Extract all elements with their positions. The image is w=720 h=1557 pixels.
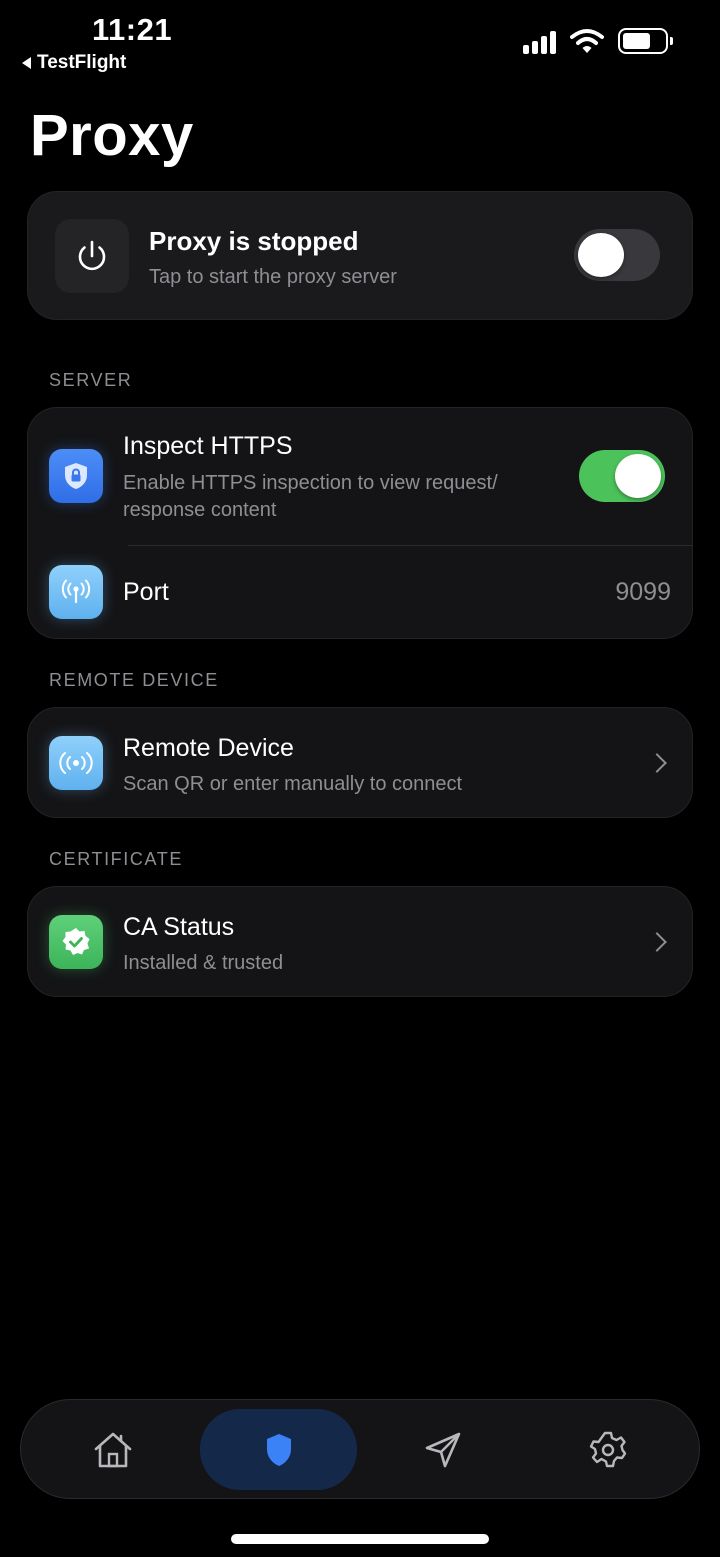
home-indicator [231,1534,489,1544]
battery-icon [618,28,673,54]
remote-device-title: Remote Device [123,734,294,762]
server-card: Inspect HTTPS Enable HTTPS inspection to… [27,407,693,639]
proxy-status-card[interactable]: Proxy is stopped Tap to start the proxy … [27,191,693,320]
toggle-knob [578,233,624,277]
back-app-label: TestFlight [37,52,127,73]
chevron-right-icon [647,753,667,773]
back-to-testflight-link[interactable]: TestFlight [22,52,126,74]
remote-device-subtitle: Scan QR or enter manually to connect [123,773,463,795]
port-value: 9099 [615,578,671,606]
row-divider [128,545,692,546]
send-icon [425,1432,461,1468]
verified-badge-icon [49,915,103,969]
section-label-server: SERVER [49,370,133,390]
inspect-https-subtitle-line2: response content [123,499,277,521]
chevron-right-icon [647,932,667,952]
proxy-status-title: Proxy is stopped [149,226,359,256]
back-triangle-icon [22,57,31,69]
ca-status-row[interactable]: CA Status Installed & trusted [27,886,693,997]
ca-status-title: CA Status [123,913,235,941]
wifi-icon [570,29,604,53]
home-icon [94,1432,132,1468]
status-time: 11:21 [92,12,173,47]
section-label-certificate: CERTIFICATE [49,849,183,869]
status-icons [523,28,673,54]
inspect-https-title: Inspect HTTPS [123,432,293,460]
tab-send[interactable] [401,1400,485,1500]
lock-shield-icon [49,449,103,503]
ca-status-subtitle: Installed & trusted [123,952,284,974]
proxy-screen: 11:21 TestFlight Proxy Proxy is stopped … [0,0,720,1557]
toggle-knob [615,454,661,498]
port-title: Port [123,578,169,606]
antenna-icon [49,565,103,619]
shield-icon [266,1434,291,1466]
broadcast-icon [49,736,103,790]
tab-settings[interactable] [566,1400,650,1500]
gear-icon [589,1431,627,1468]
inspect-https-subtitle-line1: Enable HTTPS inspection to view request/ [123,472,498,494]
remote-device-row[interactable]: Remote Device Scan QR or enter manually … [27,707,693,818]
cellular-signal-icon [523,28,556,54]
power-icon [55,219,129,293]
proxy-status-subtitle: Tap to start the proxy server [149,266,397,288]
proxy-toggle[interactable] [574,229,660,281]
tab-bar [20,1399,700,1499]
section-label-remote-device: REMOTE DEVICE [49,670,219,690]
inspect-https-toggle[interactable] [579,450,665,502]
page-title: Proxy [30,103,194,168]
tab-home[interactable] [71,1400,155,1500]
tab-proxy[interactable] [200,1400,357,1500]
